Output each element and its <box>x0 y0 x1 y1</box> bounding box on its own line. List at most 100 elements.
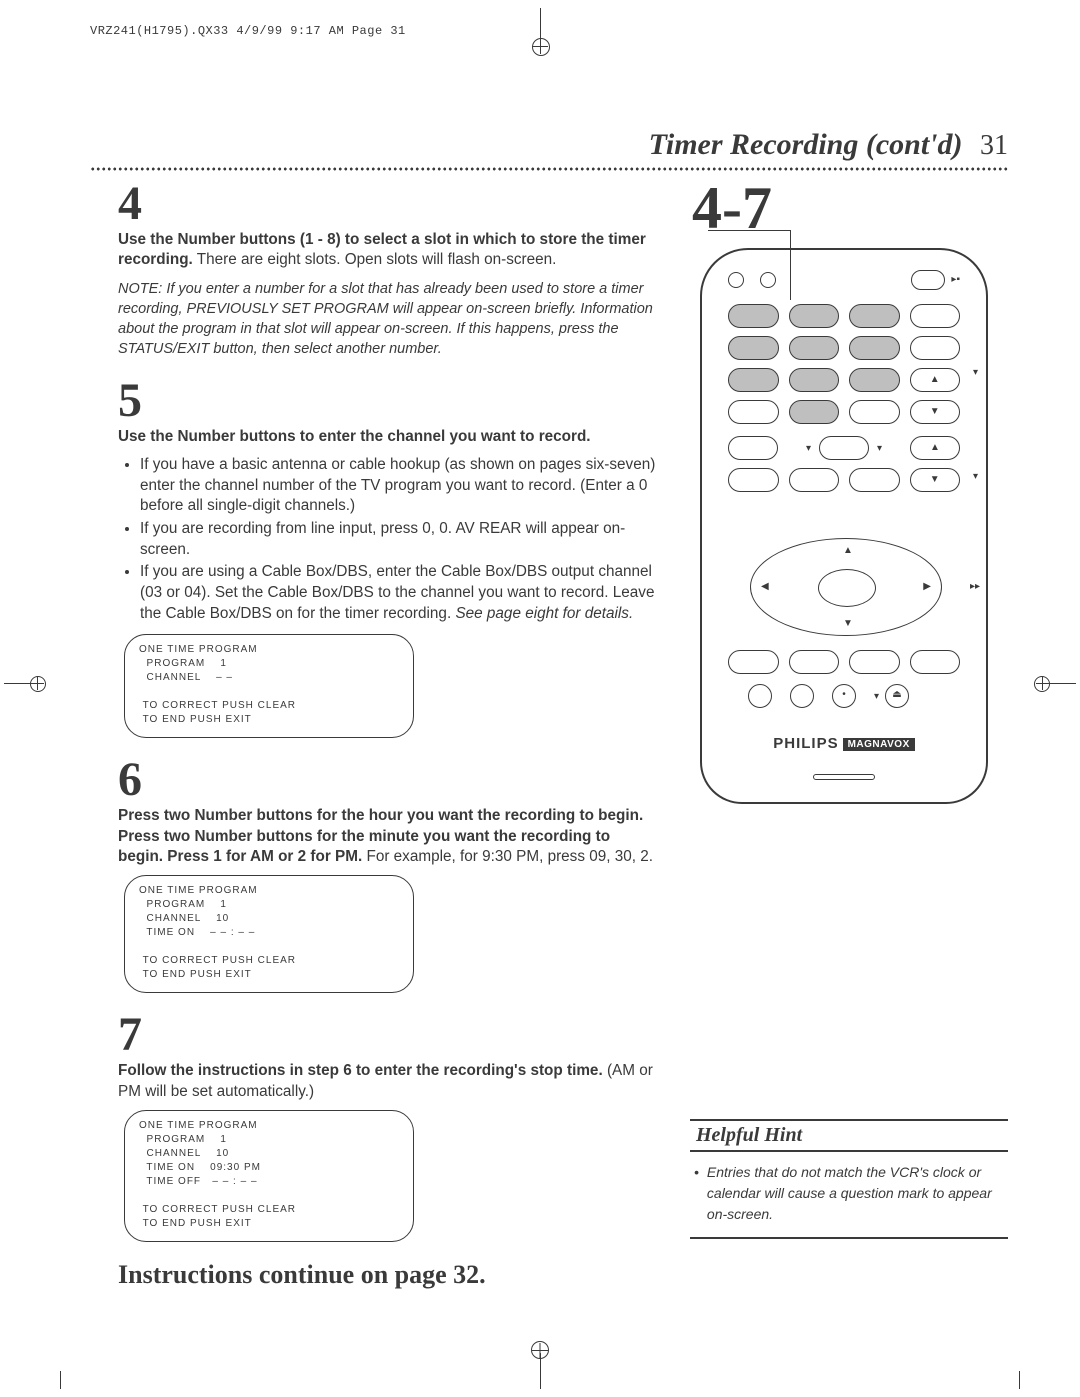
nav-glyph-icon: ▾ <box>877 443 882 454</box>
remote-button-icon: ▲ <box>910 368 961 392</box>
osd-line: TO CORRECT PUSH CLEAR <box>139 1203 399 1217</box>
remote-button-icon <box>819 436 869 460</box>
page-title: Timer Recording (cont'd) 31 <box>90 128 1008 162</box>
print-job-header: VRZ241(H1795).QX33 4/9/99 9:17 AM Page 3… <box>90 24 406 38</box>
remote-row: • ▾ ⏏ <box>748 684 956 708</box>
remote-illustration: ▸▪ ▲ ▼ ▾ ▾ ▾ ▲ ▼ ▾ <box>700 248 988 804</box>
step7-text: Follow the instructions in step 6 to ent… <box>118 1061 658 1102</box>
remote-button-icon <box>910 304 961 328</box>
osd-line: PROGRAM 1 <box>139 657 399 671</box>
osd-line: TIME ON – – : – – <box>139 926 399 940</box>
step4-note: NOTE: If you enter a number for a slot t… <box>118 279 658 359</box>
osd-screen: ONE TIME PROGRAM PROGRAM 1 CHANNEL 10 TI… <box>124 1110 414 1242</box>
helpful-hint-box: Helpful Hint •Entries that do not match … <box>690 1119 1008 1239</box>
arrow-left-icon: ◀ <box>761 581 769 592</box>
osd-line: TO CORRECT PUSH CLEAR <box>139 699 399 713</box>
remote-button-icon <box>789 368 840 392</box>
continue-notice: Instructions continue on page 32. <box>118 1260 658 1290</box>
remote-button-icon <box>728 468 779 492</box>
manual-page: VRZ241(H1795).QX33 4/9/99 9:17 AM Page 3… <box>0 0 1080 1397</box>
remote-button-icon <box>789 650 840 674</box>
ff-glyph-icon: ▸▸ <box>970 582 980 592</box>
remote-button-row: ▸▪ <box>728 270 960 290</box>
remote-button-icon <box>728 336 779 360</box>
list-item: If you have a basic antenna or cable hoo… <box>140 455 658 517</box>
page-title-text: Timer Recording (cont'd) <box>649 128 963 161</box>
osd-line: PROGRAM 1 <box>139 1133 399 1147</box>
remote-button-icon: ▼ <box>910 400 961 424</box>
remote-row: ▾ ▾ ▲ <box>728 436 960 460</box>
osd-line: TO CORRECT PUSH CLEAR <box>139 954 399 968</box>
step5-bold: Use the Number buttons to enter the chan… <box>118 428 591 445</box>
step6-rest: For example, for 9:30 PM, press 09, 30, … <box>362 848 653 865</box>
step5-text: Use the Number buttons to enter the chan… <box>118 427 658 447</box>
step4-text: Use the Number buttons (1 - 8) to select… <box>118 230 658 271</box>
remote-button-icon <box>789 400 840 424</box>
remote-number-grid: ▲ ▼ <box>728 304 960 424</box>
osd-line: TO END PUSH EXIT <box>139 968 399 982</box>
remote-button-icon <box>728 304 779 328</box>
remote-button-icon <box>789 468 840 492</box>
step-number: 6 <box>118 756 658 804</box>
remote-button-icon: ▲ <box>910 436 960 460</box>
osd-line: TO END PUSH EXIT <box>139 1217 399 1231</box>
osd-line: ONE TIME PROGRAM <box>139 884 399 898</box>
remote-button-icon <box>728 368 779 392</box>
dotted-rule-icon <box>90 166 1008 172</box>
bullet-tail: See page eight for details. <box>451 605 633 622</box>
remote-button-icon <box>910 650 961 674</box>
osd-line: ONE TIME PROGRAM <box>139 643 399 657</box>
step-number: 4 <box>118 180 658 228</box>
nav-glyph-icon: ▾ <box>806 443 811 454</box>
remote-button-icon <box>789 336 840 360</box>
remote-button-icon <box>728 400 779 424</box>
remote-button-icon <box>790 684 814 708</box>
remote-button-icon <box>849 468 900 492</box>
remote-button-icon <box>748 684 772 708</box>
osd-line: TIME OFF – – : – – <box>139 1175 399 1189</box>
remote-brand: PHILIPSMAGNAVOX <box>702 735 986 752</box>
remote-button-icon <box>849 368 900 392</box>
arrow-right-icon: ▶ <box>923 581 931 592</box>
remote-button-icon <box>728 650 779 674</box>
remote-button-icon <box>911 270 945 290</box>
eject-button-icon: ⏏ <box>885 684 909 708</box>
rec-glyph-icon: ▾ <box>874 691 879 702</box>
remote-row: ▼ <box>728 468 960 492</box>
step5-bullets: If you have a basic antenna or cable hoo… <box>118 455 658 624</box>
remote-button-icon <box>849 400 900 424</box>
osd-line: CHANNEL 10 <box>139 1147 399 1161</box>
play-glyph-icon: ▸▪ <box>951 275 960 285</box>
osd-line: TIME ON 09:30 PM <box>139 1161 399 1175</box>
osd-line: CHANNEL – – <box>139 671 399 685</box>
dpad-center-icon <box>818 569 876 607</box>
arrow-up-icon: ▲ <box>843 545 853 556</box>
remote-row <box>728 650 960 674</box>
remote-button-icon: ▼ <box>910 468 961 492</box>
osd-screen: ONE TIME PROGRAM PROGRAM 1 CHANNEL 10 TI… <box>124 875 414 993</box>
osd-screen: ONE TIME PROGRAM PROGRAM 1 CHANNEL – – T… <box>124 634 414 738</box>
brand-text: PHILIPS <box>773 735 838 752</box>
crop-mark-bottom <box>0 1359 1080 1389</box>
hint-title: Helpful Hint <box>696 1124 802 1146</box>
arrow-down-icon: ▼ <box>843 618 853 629</box>
osd-line: CHANNEL 10 <box>139 912 399 926</box>
remote-button-icon <box>849 650 900 674</box>
remote-button-icon <box>728 436 778 460</box>
page-number: 31 <box>980 130 1008 161</box>
channel-label-icon: ▾ <box>973 368 978 378</box>
osd-line: ONE TIME PROGRAM <box>139 1119 399 1133</box>
step-number: 5 <box>118 377 658 425</box>
step6-text: Press two Number buttons for the hour yo… <box>118 806 658 867</box>
hint-text: Entries that do not match the VCR's cloc… <box>707 1162 1004 1225</box>
list-item: If you are recording from line input, pr… <box>140 519 658 560</box>
remote-dpad-icon: ▲ ▼ ◀ ▶ <box>750 538 942 636</box>
step-number: 7 <box>118 1011 658 1059</box>
callout-line-icon <box>708 230 790 231</box>
remote-control-icon: ▸▪ ▲ ▼ ▾ ▾ ▾ ▲ ▼ ▾ <box>700 248 988 804</box>
hint-title-bar: Helpful Hint <box>690 1119 1008 1152</box>
hint-body: •Entries that do not match the VCR's clo… <box>690 1152 1008 1239</box>
remote-button-icon <box>849 336 900 360</box>
remote-button-icon <box>760 272 776 288</box>
remote-button-icon <box>849 304 900 328</box>
